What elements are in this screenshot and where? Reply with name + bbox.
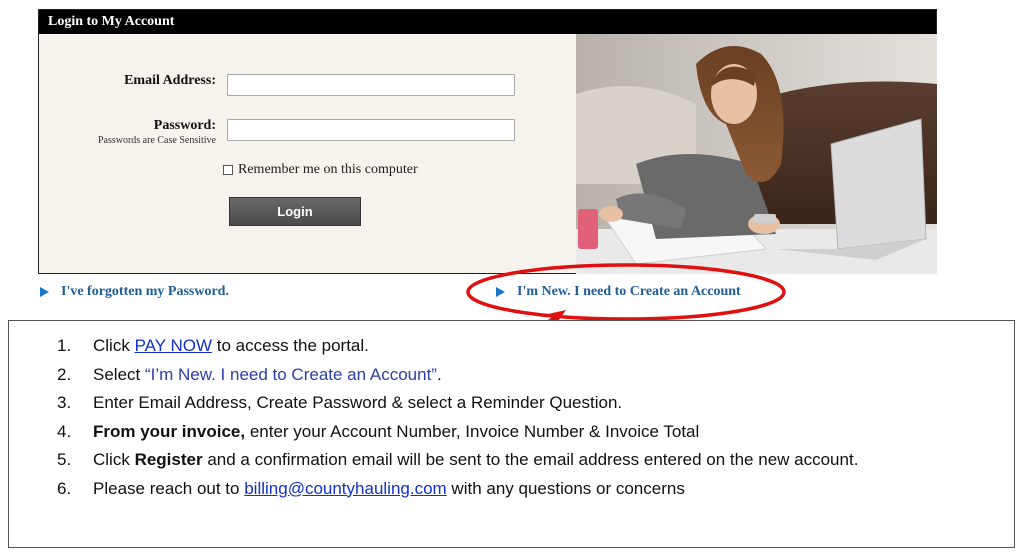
- instruction-item: 5. Click Register and a confirmation emai…: [57, 450, 859, 469]
- remember-me-row[interactable]: Remember me on this computer: [223, 162, 418, 178]
- arrow-right-icon: [496, 287, 505, 297]
- remember-me-label: Remember me on this computer: [238, 162, 418, 177]
- login-button[interactable]: Login: [229, 197, 361, 226]
- forgot-password-link[interactable]: I've forgotten my Password.: [40, 284, 229, 300]
- pay-now-link[interactable]: PAY NOW: [135, 336, 212, 355]
- forgot-password-label: I've forgotten my Password.: [61, 284, 229, 299]
- create-account-link[interactable]: I'm New. I need to Create an Account: [496, 284, 741, 300]
- panel-header: Login to My Account: [39, 10, 936, 34]
- instruction-item: 1. Click PAY NOW to access the portal.: [57, 336, 369, 355]
- create-account-label: I'm New. I need to Create an Account: [517, 284, 741, 299]
- instructions-list: 1. Click PAY NOW to access the portal. 2.…: [57, 332, 858, 503]
- instruction-item: 4. From your invoice, enter your Account …: [57, 421, 700, 441]
- instructions-box: 1. Click PAY NOW to access the portal. 2.…: [8, 320, 1015, 548]
- billing-email-link[interactable]: billing@countyhauling.com: [244, 479, 446, 498]
- instruction-item: 6. Please reach out to billing@countyhaul…: [57, 478, 685, 498]
- instruction-item: 2. Select “I’m New. I need to Create an A…: [57, 364, 442, 384]
- hero-photo: [576, 34, 937, 274]
- password-field[interactable]: [227, 119, 515, 141]
- quoted-link-text: “I’m New. I need to Create an Account”: [144, 364, 437, 384]
- password-label: Password:: [153, 118, 216, 133]
- email-field[interactable]: [227, 74, 515, 96]
- arrow-right-icon: [40, 287, 49, 297]
- password-note: Passwords are Case Sensitive: [97, 135, 216, 146]
- email-label: Email Address:: [124, 73, 216, 88]
- login-panel: Login to My Account Email Address: Passw…: [38, 9, 937, 274]
- instruction-item: 3. Enter Email Address, Create Password &…: [57, 393, 623, 412]
- remember-me-checkbox[interactable]: [223, 165, 233, 175]
